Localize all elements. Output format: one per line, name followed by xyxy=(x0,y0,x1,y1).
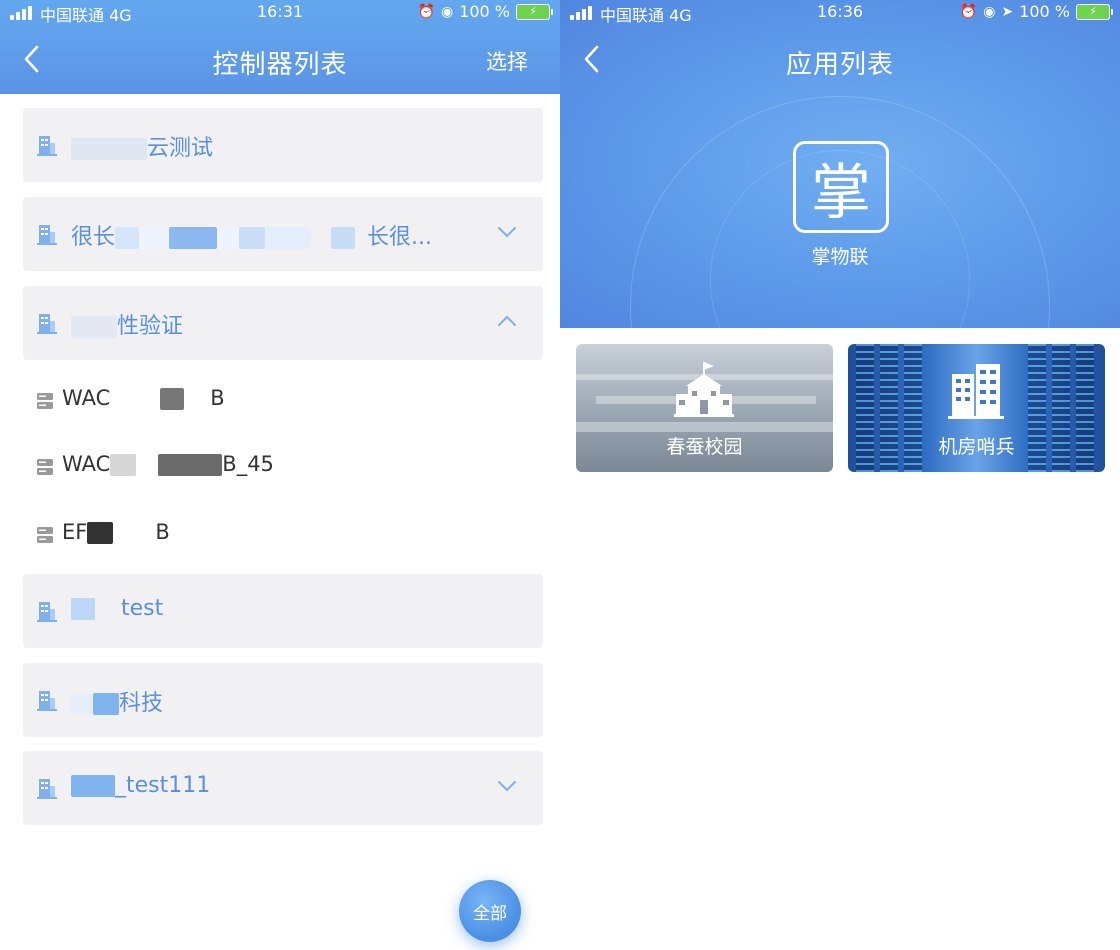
chevron-up-icon[interactable] xyxy=(497,314,517,328)
lock-rotation-icon: ◉ xyxy=(983,3,996,20)
server-building-icon xyxy=(948,364,1004,419)
status-bar: 中国联通 4G 16:31 ⏰ ◉ 100 % ⚡ xyxy=(0,0,560,26)
group-label: 云测试 xyxy=(147,136,214,161)
redacted-text xyxy=(71,316,117,338)
group-label-suffix: 长很... xyxy=(367,225,432,250)
device-item[interactable]: WAC B xyxy=(36,380,516,420)
header-bar: 中国联通 4G 16:31 ⏰ ◉ 100 % ⚡ 控制器列表 选择 xyxy=(0,0,560,94)
group-label: 性验证 xyxy=(117,314,184,339)
device-label: WAC xyxy=(62,386,111,410)
app-list-screen: 中国联通 4G 16:36 ⏰ ◉ ➤ 100 % ⚡ 应用列表 掌 掌物联 春… xyxy=(560,0,1120,950)
battery-text: 100 % xyxy=(459,2,510,21)
location-icon: ➤ xyxy=(1001,3,1014,20)
group-item-expanded[interactable]: 性验证 xyxy=(23,286,543,360)
nav-bar: 应用列表 xyxy=(560,36,1120,86)
device-item[interactable]: EF B xyxy=(36,514,516,554)
group-item[interactable]: 云测试 xyxy=(23,108,543,182)
app-tile-server-room[interactable]: 机房哨兵 xyxy=(848,344,1105,472)
device-label-suffix: B xyxy=(210,386,225,410)
page-title: 应用列表 xyxy=(785,50,894,80)
alarm-icon: ⏰ xyxy=(959,3,978,20)
nav-bar: 控制器列表 选择 xyxy=(0,36,560,86)
device-label-suffix: B xyxy=(155,520,170,544)
group-label: test xyxy=(121,596,164,621)
building-icon xyxy=(37,602,57,622)
group-item[interactable]: 很长 长很... xyxy=(23,197,543,271)
device-label: EF xyxy=(62,520,88,544)
group-item[interactable]: _test111 xyxy=(23,751,543,825)
app-name: 掌物联 xyxy=(811,246,869,268)
select-button[interactable]: 选择 xyxy=(486,46,528,76)
server-icon xyxy=(37,459,53,475)
redacted-text xyxy=(71,138,147,160)
group-item[interactable]: test xyxy=(23,574,543,648)
group-label: 科技 xyxy=(119,691,164,716)
tile-label: 春蚕校园 xyxy=(666,436,743,458)
app-tile-campus[interactable]: 春蚕校园 xyxy=(576,344,833,472)
page-title: 控制器列表 xyxy=(212,50,348,80)
server-icon xyxy=(37,527,53,543)
building-icon xyxy=(37,779,57,799)
group-label: 很长 xyxy=(71,225,116,250)
controller-list-screen: 中国联通 4G 16:31 ⏰ ◉ 100 % ⚡ 控制器列表 选择 云测试 很… xyxy=(0,0,560,950)
battery-icon: ⚡ xyxy=(1076,3,1113,20)
tile-label: 机房哨兵 xyxy=(938,436,1015,458)
server-icon xyxy=(37,393,53,409)
battery-text: 100 % xyxy=(1019,2,1070,21)
group-item[interactable]: 科技 xyxy=(23,663,543,737)
building-icon xyxy=(37,136,57,156)
chevron-down-icon[interactable] xyxy=(497,779,517,793)
chevron-down-icon[interactable] xyxy=(497,225,517,239)
building-icon xyxy=(37,225,57,245)
school-icon xyxy=(674,362,734,417)
device-label: WAC xyxy=(62,452,111,476)
battery-icon: ⚡ xyxy=(516,3,553,20)
lock-rotation-icon: ◉ xyxy=(440,3,454,20)
all-filter-button[interactable]: 全部 xyxy=(459,880,521,942)
group-label: _test111 xyxy=(115,773,211,798)
device-item[interactable]: WAC B_45 xyxy=(36,446,516,486)
building-icon xyxy=(37,691,57,711)
app-logo-icon[interactable]: 掌 xyxy=(793,141,889,233)
alarm-icon: ⏰ xyxy=(417,3,435,20)
device-label-suffix: B_45 xyxy=(222,452,274,476)
hero-banner: 中国联通 4G 16:36 ⏰ ◉ ➤ 100 % ⚡ 应用列表 掌 掌物联 xyxy=(560,0,1120,328)
building-icon xyxy=(37,314,57,334)
status-bar: 中国联通 4G 16:36 ⏰ ◉ ➤ 100 % ⚡ xyxy=(560,0,1120,26)
